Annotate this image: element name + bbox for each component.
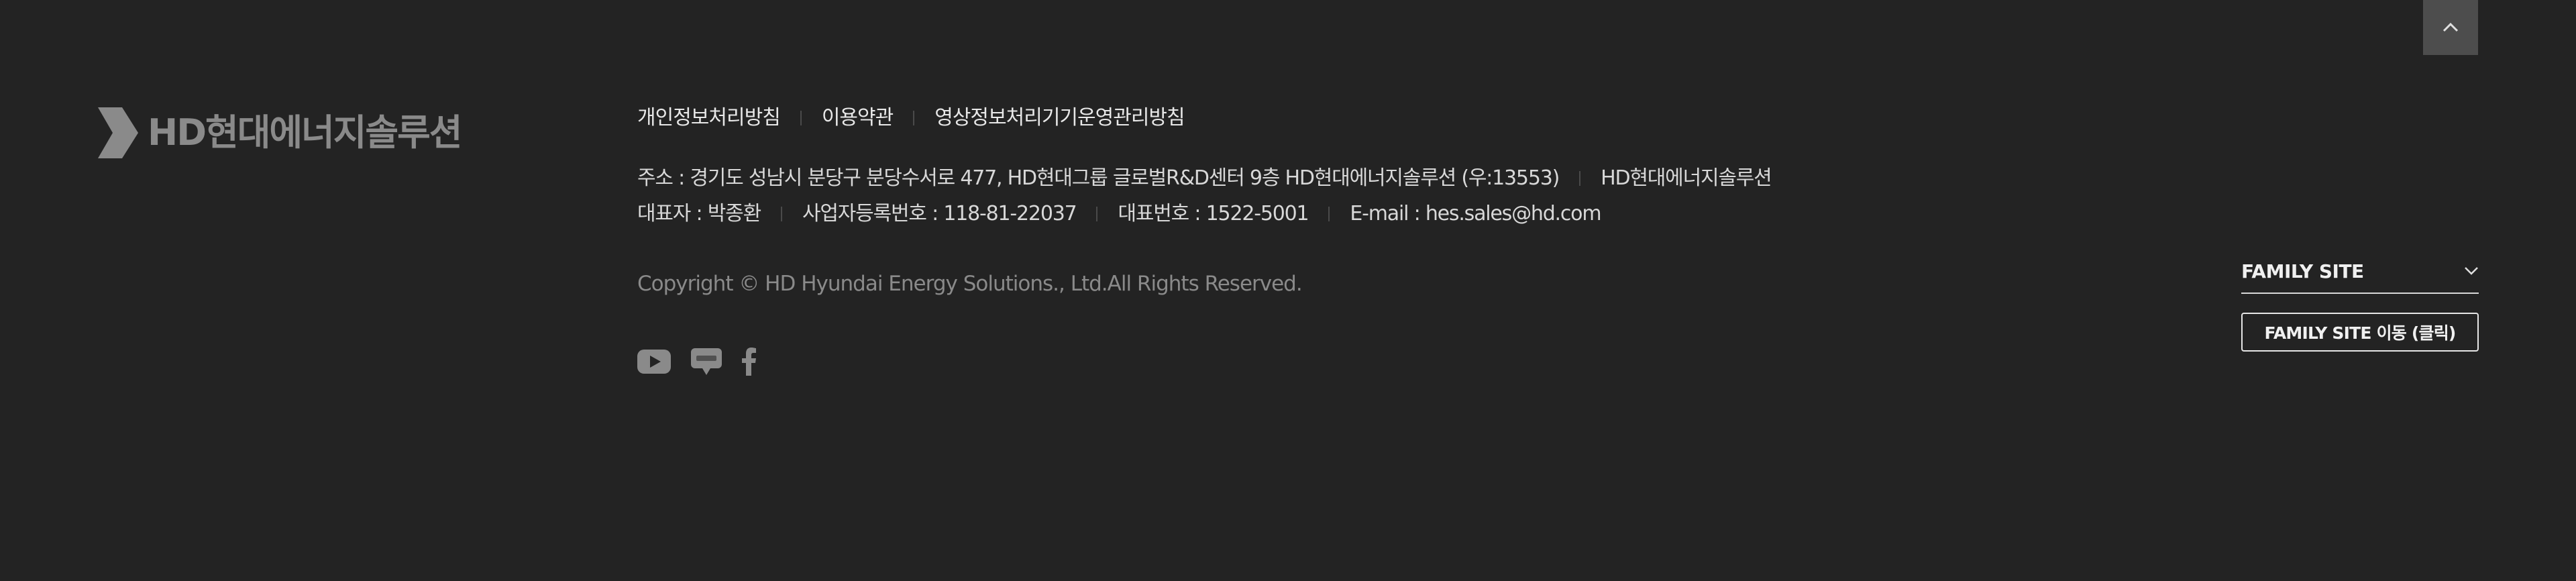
blog-icon (691, 348, 722, 375)
company-name: HD현대에너지솔루션 (1601, 166, 1772, 190)
facebook-link[interactable] (742, 348, 757, 376)
copyright-text: Copyright © HD Hyundai Energy Solutions.… (637, 272, 1303, 296)
logo-text: HD현대에너지솔루션 (148, 111, 462, 154)
company-logo[interactable]: HD현대에너지솔루션 (98, 107, 462, 158)
company-info-line: 대표자 : 박종환 사업자등록번호 : 118-81-22037 대표번호 : … (637, 201, 1602, 227)
address-line: 주소 : 경기도 성남시 분당구 분당수서로 477, HD현대그룹 글로벌R&… (637, 165, 1772, 192)
divider (1096, 207, 1098, 221)
video-policy-link[interactable]: 영상정보처리기기운영관리방침 (934, 105, 1185, 131)
address-text: 주소 : 경기도 성남시 분당구 분당수서로 477, HD현대그룹 글로벌R&… (637, 166, 1560, 190)
email-text: E-mail : hes.sales@hd.com (1350, 202, 1601, 225)
terms-of-use-link[interactable]: 이용약관 (822, 105, 894, 131)
chevron-up-icon (2443, 22, 2459, 32)
phone-text: 대표번호 : 1522-5001 (1118, 202, 1309, 225)
sns-links (637, 348, 777, 376)
divider (800, 111, 802, 125)
divider (913, 111, 915, 125)
family-site-go-button[interactable]: FAMILY SITE 이동 (클릭) (2241, 313, 2479, 352)
privacy-policy-link[interactable]: 개인정보처리방침 (637, 105, 781, 131)
chevron-down-icon (2465, 267, 2478, 275)
youtube-icon (637, 350, 671, 374)
policy-links: 개인정보처리방침 이용약관 영상정보처리기기운영관리방침 (637, 105, 1185, 131)
divider (780, 207, 782, 221)
facebook-icon (742, 348, 756, 376)
divider (1579, 171, 1581, 186)
divider (1328, 207, 1330, 221)
youtube-link[interactable] (637, 350, 671, 374)
site-footer: HD현대에너지솔루션 개인정보처리방침 이용약관 영상정보처리기기운영관리방침 … (0, 0, 2576, 581)
family-site-select[interactable]: FAMILY SITE (2241, 250, 2479, 294)
family-site-label: FAMILY SITE (2241, 260, 2364, 282)
blog-link[interactable] (691, 348, 722, 375)
scroll-to-top-button[interactable] (2423, 0, 2478, 55)
family-site: FAMILY SITE FAMILY SITE 이동 (클릭) (2241, 250, 2479, 352)
business-number-text: 사업자등록번호 : 118-81-22037 (802, 202, 1077, 225)
ceo-text: 대표자 : 박종환 (637, 202, 761, 225)
logo-chevron-icon (98, 107, 138, 158)
